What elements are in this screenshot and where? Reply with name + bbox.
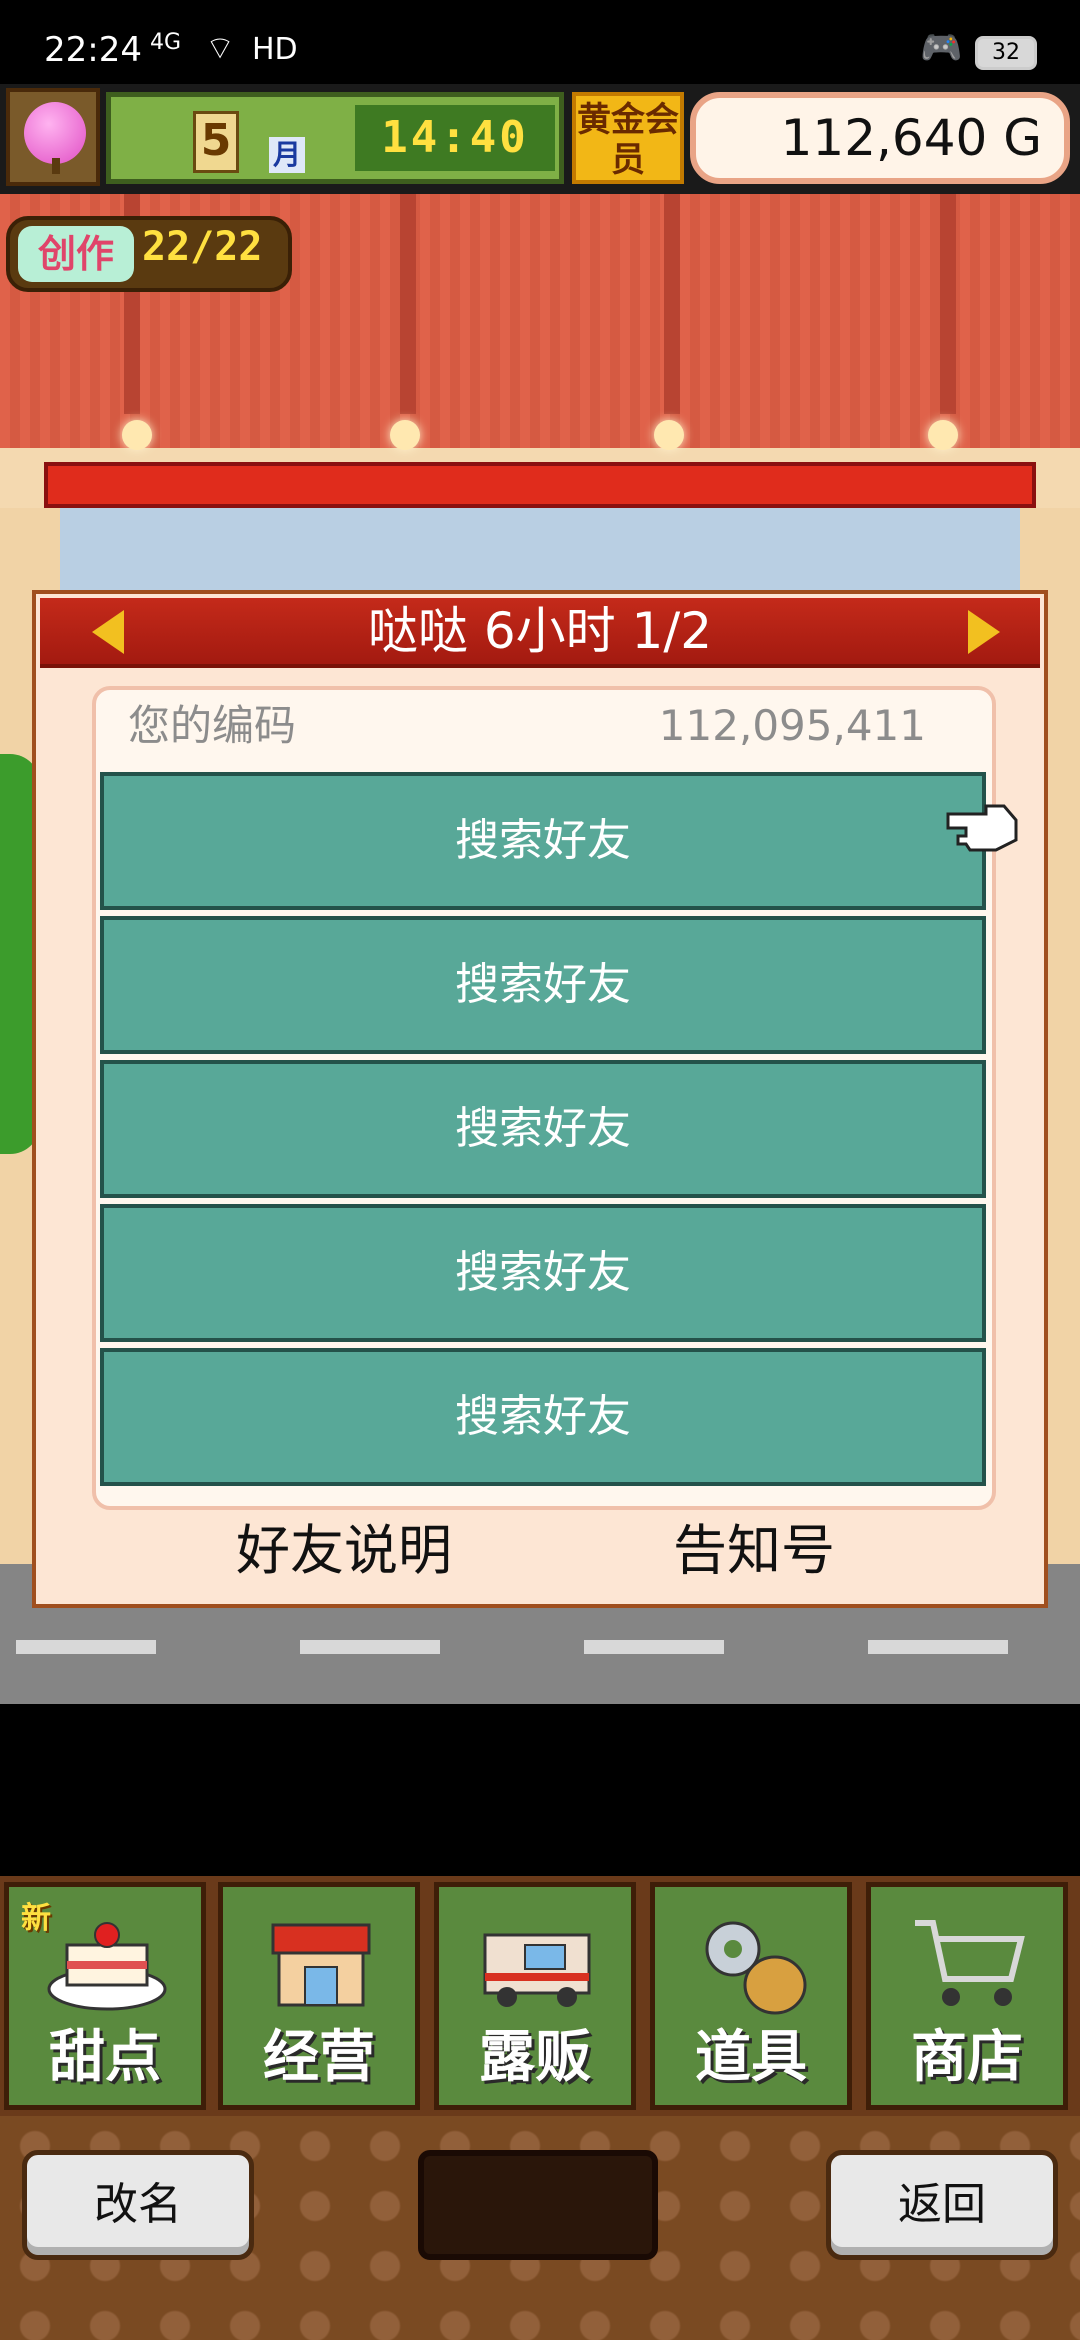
menu-label: 商店 xyxy=(911,2025,1023,2090)
rename-button[interactable]: 改名 xyxy=(22,2150,254,2260)
status-bar: 22:24 4G ⌔ HD 🎮 32 xyxy=(0,0,1080,84)
battery-icon: 32 xyxy=(975,36,1037,70)
bottom-menu: 新 甜点 经营 露贩 道具 商店 xyxy=(0,1876,1080,2116)
dialog-title: 哒哒 6小时 1/2 xyxy=(367,602,713,660)
money-display: 112,640 G xyxy=(690,92,1070,184)
cart-icon xyxy=(915,1920,1025,2006)
lamp-icon xyxy=(390,420,420,450)
food-truck-icon xyxy=(483,1933,591,2007)
center-panel xyxy=(418,2150,658,2260)
signal-icon: 4G xyxy=(150,30,182,55)
menu-item-stall[interactable]: 露贩 xyxy=(434,1882,636,2110)
lamp-icon xyxy=(928,420,958,450)
next-page-arrow-icon[interactable] xyxy=(968,610,1000,654)
pointer-hand-icon xyxy=(946,804,1018,852)
menu-item-dessert[interactable]: 新 甜点 xyxy=(4,1882,206,2110)
shop-sign-bar xyxy=(44,462,1036,508)
lamp-icon xyxy=(122,420,152,450)
search-friend-button[interactable]: 搜索好友 xyxy=(100,1204,986,1342)
menu-item-store[interactable]: 商店 xyxy=(866,1882,1068,2110)
search-friend-button[interactable]: 搜索好友 xyxy=(100,916,986,1054)
lamp-icon xyxy=(654,420,684,450)
gold-member-badge[interactable]: 黄金会员 xyxy=(572,92,684,184)
search-friend-button[interactable]: 搜索好友 xyxy=(100,1348,986,1486)
tree-trunk xyxy=(52,158,60,174)
your-code-label: 您的编码 xyxy=(128,701,297,750)
create-value: 22/22 xyxy=(142,224,263,270)
awning-beam xyxy=(664,194,680,414)
game-clock: 14:40 xyxy=(355,105,555,171)
menu-item-management[interactable]: 经营 xyxy=(218,1882,420,2110)
road-line xyxy=(300,1640,440,1654)
search-friend-button[interactable]: 搜索好友 xyxy=(100,772,986,910)
gamepad-icon: 🎮 xyxy=(920,28,963,68)
friends-dialog: 哒哒 6小时 1/2 您的编码 112,095,411 搜索好友 搜索好友 搜索… xyxy=(32,590,1048,1608)
notice-number-button[interactable]: 告知号 xyxy=(624,1514,884,1588)
create-counter: 创作 22/22 xyxy=(6,216,292,292)
create-label: 创作 xyxy=(18,226,134,282)
menu-item-items[interactable]: 道具 xyxy=(650,1882,852,2110)
back-button[interactable]: 返回 xyxy=(826,2150,1058,2260)
search-friend-button[interactable]: 搜索好友 xyxy=(100,1060,986,1198)
menu-label: 露贩 xyxy=(479,2025,591,2090)
date-time-box: 5 月 14:40 xyxy=(106,92,564,184)
shop-icon xyxy=(271,1923,371,2007)
month-number: 5 xyxy=(193,111,239,173)
road-line xyxy=(868,1640,1008,1654)
road-line xyxy=(16,1640,156,1654)
tree-icon xyxy=(24,102,86,164)
your-code-value: 112,095,411 xyxy=(658,701,926,750)
month-label: 月 xyxy=(269,137,305,173)
friend-help-button[interactable]: 好友说明 xyxy=(184,1514,504,1588)
menu-label: 经营 xyxy=(263,2025,375,2090)
hd-label: HD xyxy=(252,32,298,67)
status-time: 22:24 xyxy=(44,30,142,70)
menu-label: 道具 xyxy=(695,2025,807,2090)
gear-bag-icon xyxy=(705,1921,807,2015)
avatar[interactable] xyxy=(6,88,100,186)
awning-beam xyxy=(940,194,956,414)
road-line xyxy=(584,1640,724,1654)
cake-icon xyxy=(47,1922,167,2011)
dialog-header: 哒哒 6小时 1/2 xyxy=(40,598,1040,668)
menu-label: 甜点 xyxy=(49,2025,161,2090)
awning-beam xyxy=(400,194,416,414)
wifi-icon: ⌔ xyxy=(205,29,236,67)
